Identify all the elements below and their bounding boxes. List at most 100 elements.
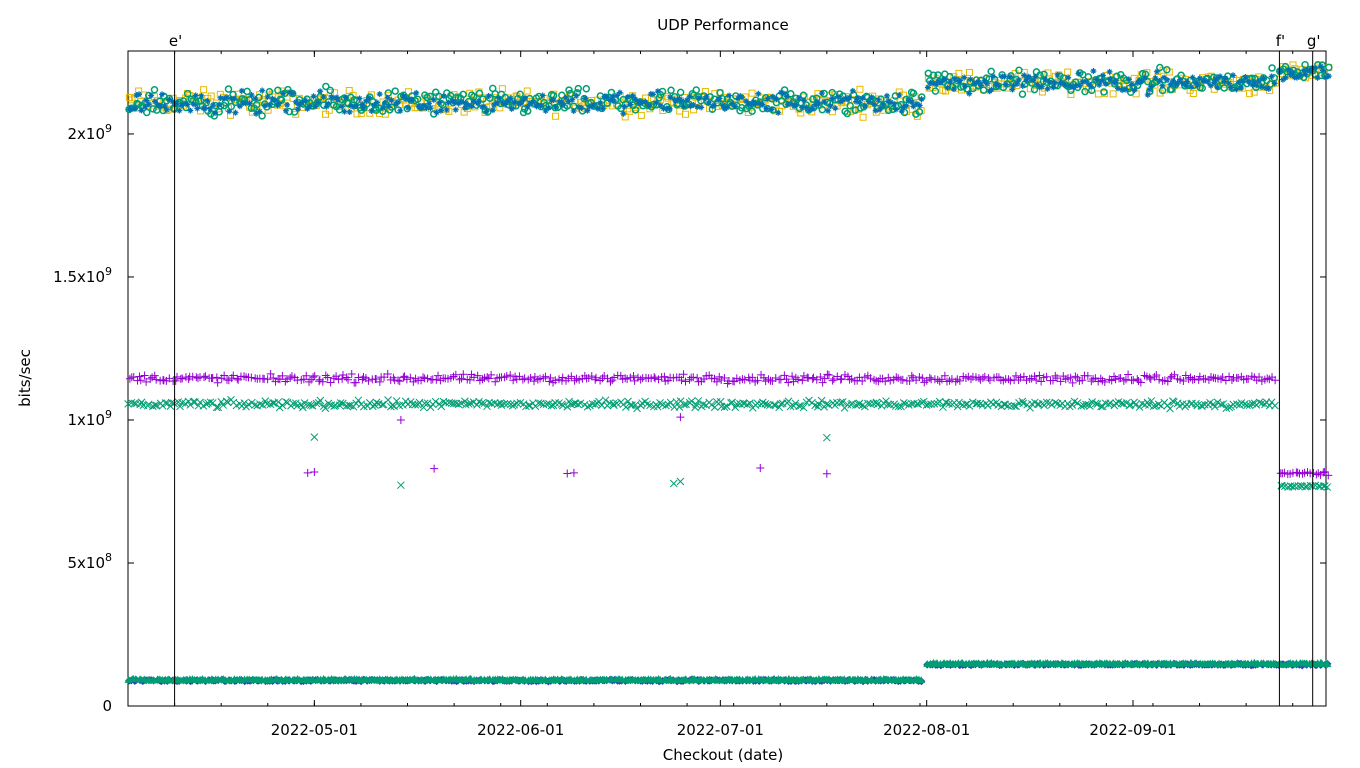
data-point (1201, 374, 1210, 383)
data-point (1163, 66, 1171, 74)
data-point (856, 85, 864, 93)
data-point (859, 113, 867, 121)
data-point (303, 468, 312, 477)
data-point (563, 469, 572, 478)
data-point (201, 372, 210, 381)
data-point (676, 477, 685, 486)
data-point (569, 468, 578, 477)
data-point (692, 400, 700, 409)
data-point (693, 373, 702, 382)
data-point (755, 90, 762, 97)
data-point (1009, 86, 1016, 93)
data-point (243, 87, 251, 96)
data-point (224, 85, 233, 93)
data-point (551, 398, 559, 407)
data-point (315, 377, 324, 386)
data-point (189, 398, 198, 406)
data-point (143, 108, 151, 117)
data-point (669, 479, 678, 488)
data-point (150, 85, 159, 94)
data-point (552, 112, 560, 120)
data-point (1129, 376, 1138, 385)
data-point (208, 373, 217, 382)
plot-border (127, 50, 1327, 707)
data-point (1124, 370, 1133, 379)
udp-performance-chart: UDP Performance bits/sec Checkout (date)… (16, 16, 1333, 764)
data-point (140, 371, 149, 380)
data-point (828, 376, 837, 385)
data-point (1018, 90, 1027, 98)
data-point (1121, 375, 1130, 384)
data-point (699, 400, 708, 408)
y-axis-title: bits/sec (16, 349, 34, 407)
data-points (124, 60, 1333, 686)
data-point (384, 396, 392, 404)
data-point (347, 369, 356, 378)
data-point (846, 101, 854, 110)
data-point (354, 396, 363, 405)
data-point (691, 403, 699, 412)
data-point (502, 372, 511, 381)
data-point (931, 87, 940, 95)
data-point (1268, 64, 1276, 72)
data-point (1255, 398, 1264, 407)
data-point (761, 400, 770, 408)
data-point (457, 374, 466, 383)
data-point (1271, 401, 1279, 410)
data-point (824, 370, 833, 379)
data-point (1133, 375, 1142, 384)
data-point (681, 377, 690, 386)
data-point (1181, 402, 1190, 411)
data-point (1144, 91, 1151, 98)
y-tick-label: 0 (102, 697, 112, 715)
data-point (784, 378, 793, 387)
data-point (808, 374, 817, 383)
data-point (740, 375, 749, 384)
data-point (135, 372, 144, 381)
data-point (1325, 63, 1333, 72)
data-point (791, 399, 800, 408)
data-point (780, 371, 789, 380)
data-point (391, 87, 399, 95)
data-point (907, 371, 916, 380)
data-point (935, 377, 944, 386)
data-point (523, 87, 531, 95)
data-point (1166, 404, 1174, 413)
data-point (1320, 482, 1329, 491)
x-tick-label: 2022-05-01 (271, 721, 358, 739)
data-point (676, 88, 685, 97)
data-point (692, 86, 701, 94)
data-point (432, 375, 441, 384)
data-point (396, 415, 405, 424)
data-point (1106, 68, 1113, 75)
data-point (159, 91, 166, 98)
data-point (601, 396, 610, 405)
data-point (259, 87, 266, 94)
data-point (574, 84, 583, 93)
data-point (322, 110, 330, 118)
data-point (541, 372, 550, 381)
data-point (346, 109, 353, 116)
data-point (1293, 468, 1302, 477)
x-tick-label: 2022-08-01 (883, 721, 970, 739)
x-tick-label: 2022-06-01 (477, 721, 564, 739)
data-point (310, 433, 319, 441)
x-axis-title: Checkout (date) (663, 746, 783, 764)
data-point (430, 464, 439, 473)
data-point (822, 433, 831, 442)
data-point (1194, 375, 1203, 384)
data-point (397, 481, 405, 490)
data-point (595, 397, 603, 406)
data-point (326, 86, 335, 95)
data-point (491, 377, 500, 386)
data-point (676, 413, 685, 422)
data-point (441, 398, 450, 407)
data-point (1163, 401, 1172, 410)
data-point (858, 401, 867, 410)
data-point (213, 378, 222, 387)
data-point (1186, 373, 1195, 382)
data-point (1280, 468, 1289, 477)
data-point (1158, 376, 1167, 385)
y-tick-label: 2x109 (67, 122, 112, 143)
data-point (756, 464, 765, 473)
